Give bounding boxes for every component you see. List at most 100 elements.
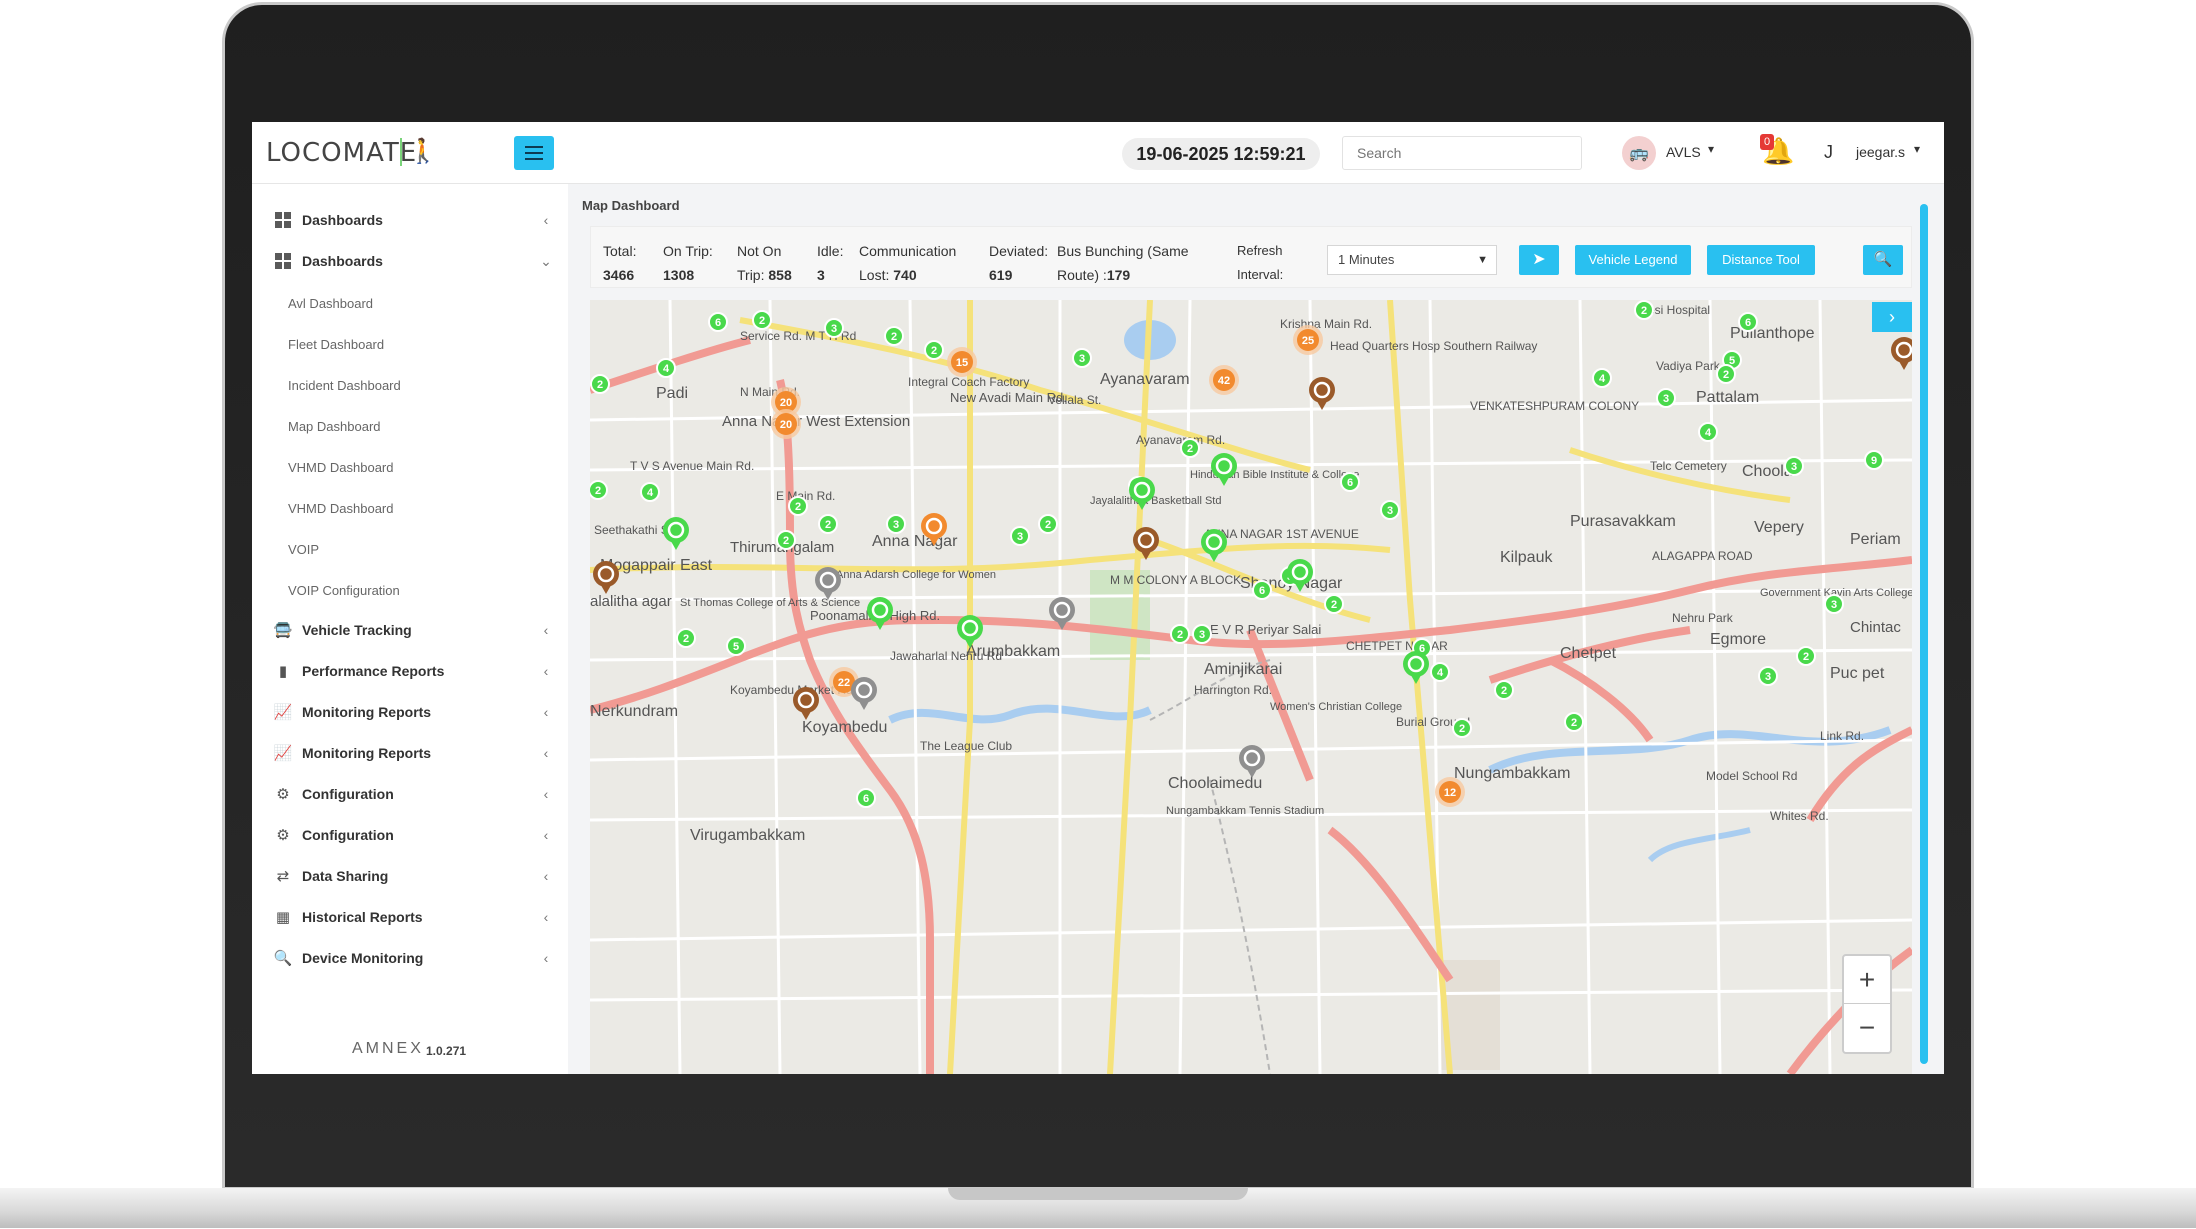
green-cluster-marker[interactable]: 4 <box>640 482 660 502</box>
pin-head[interactable] <box>1049 597 1075 623</box>
sidebar-subitem-avl-dashboard[interactable]: Avl Dashboard <box>288 290 373 318</box>
chevron-down-icon[interactable]: ▾ <box>1914 142 1920 156</box>
distance-tool-button[interactable]: Distance Tool <box>1707 245 1815 275</box>
sidebar-subitem-incident-dashboard[interactable]: Incident Dashboard <box>288 372 401 400</box>
pin-head[interactable] <box>815 567 841 593</box>
chevron-down-icon[interactable]: ▾ <box>1708 142 1714 156</box>
green-cluster-marker[interactable]: 2 <box>788 496 808 516</box>
search-input[interactable] <box>1342 136 1582 170</box>
zoom-out-button[interactable]: − <box>1844 1004 1890 1052</box>
green-cluster-marker[interactable]: 2 <box>1180 438 1200 458</box>
sidebar-item-dashboards-expanded[interactable]: Dashboards ⌄ <box>274 245 554 277</box>
green-cluster-marker[interactable]: 2 <box>1564 712 1584 732</box>
green-cluster-marker[interactable]: 2 <box>1452 718 1472 738</box>
zoom-in-button[interactable]: + <box>1844 956 1890 1004</box>
user-initial[interactable]: J <box>1824 142 1833 163</box>
refresh-interval-select[interactable]: 1 Minutes ▼ <box>1327 245 1497 275</box>
orange-cluster-marker[interactable]: 12 <box>1435 777 1465 807</box>
green-cluster-marker[interactable]: 2 <box>1634 300 1654 320</box>
green-cluster-marker[interactable]: 4 <box>1430 662 1450 682</box>
orange-cluster-marker[interactable]: 15 <box>947 347 977 377</box>
green-cluster-marker[interactable]: 3 <box>1380 500 1400 520</box>
green-cluster-marker[interactable]: 6 <box>708 312 728 332</box>
sidebar-subitem-map-dashboard[interactable]: Map Dashboard <box>288 413 381 441</box>
sidebar-item-configuration[interactable]: ⚙ Configuration ‹ <box>274 778 554 810</box>
green-cluster-marker[interactable]: 2 <box>676 628 696 648</box>
green-cluster-marker[interactable]: 2 <box>818 514 838 534</box>
pin-head[interactable] <box>1309 377 1335 403</box>
sidebar-subitem-voip-configuration[interactable]: VOIP Configuration <box>288 577 400 605</box>
green-cluster-marker[interactable]: 6 <box>1340 472 1360 492</box>
green-cluster-marker[interactable]: 3 <box>1010 526 1030 546</box>
green-cluster-marker[interactable]: 2 <box>590 374 610 394</box>
green-cluster-marker[interactable]: 2 <box>924 340 944 360</box>
sidebar-item-monitoring-reports-2[interactable]: 📈 Monitoring Reports ‹ <box>274 737 554 769</box>
user-name[interactable]: jeegar.s <box>1856 144 1905 160</box>
green-cluster-marker[interactable]: 4 <box>656 358 676 378</box>
map-panel-toggle-button[interactable]: › <box>1872 302 1912 332</box>
pin-head[interactable] <box>1287 559 1313 585</box>
green-cluster-marker[interactable]: 6 <box>1252 580 1272 600</box>
green-cluster-marker[interactable]: 3 <box>1192 624 1212 644</box>
sidebar-subitem-fleet-dashboard[interactable]: Fleet Dashboard <box>288 331 384 359</box>
green-cluster-marker[interactable]: 2 <box>1494 680 1514 700</box>
green-cluster-marker[interactable]: 6 <box>1738 312 1758 332</box>
sidebar-item-dashboards[interactable]: Dashboards ‹ <box>274 204 554 236</box>
sidebar-subitem-voip[interactable]: VOIP <box>288 536 319 564</box>
green-cluster-marker[interactable]: 2 <box>776 530 796 550</box>
sidebar-subitem-vhmd-dashboard[interactable]: VHMD Dashboard <box>288 454 394 482</box>
pin-head[interactable] <box>1239 745 1265 771</box>
sidebar-item-historical-reports[interactable]: ▦ Historical Reports ‹ <box>274 901 554 933</box>
green-cluster-marker[interactable]: 9 <box>1864 450 1884 470</box>
orange-cluster-marker[interactable]: 42 <box>1209 365 1239 395</box>
green-cluster-marker[interactable]: 3 <box>1824 594 1844 614</box>
green-cluster-marker[interactable]: 2 <box>1796 646 1816 666</box>
sidebar-item-performance-reports[interactable]: ▮ Performance Reports ‹ <box>274 655 554 687</box>
pin-head[interactable] <box>1201 529 1227 555</box>
green-cluster-marker[interactable]: 2 <box>752 310 772 330</box>
green-cluster-marker[interactable]: 3 <box>1072 348 1092 368</box>
green-cluster-marker[interactable]: 3 <box>1758 666 1778 686</box>
pin-head[interactable] <box>851 677 877 703</box>
sidebar-item-configuration-2[interactable]: ⚙ Configuration ‹ <box>274 819 554 851</box>
pin-head[interactable] <box>867 597 893 623</box>
pin-head[interactable] <box>921 513 947 539</box>
sidebar-item-monitoring-reports[interactable]: 📈 Monitoring Reports ‹ <box>274 696 554 728</box>
green-cluster-marker[interactable]: 2 <box>1716 364 1736 384</box>
green-cluster-marker[interactable]: 2 <box>884 326 904 346</box>
sidebar-subitem-vhmd-dashboard[interactable]: VHMD Dashboard <box>288 495 394 523</box>
map-canvas[interactable]: Padi Anna Nagar West Extension Anna Naga… <box>590 300 1912 1074</box>
orange-cluster-marker[interactable]: 25 <box>1293 325 1323 355</box>
green-cluster-marker[interactable]: 2 <box>1170 624 1190 644</box>
sidebar-item-data-sharing[interactable]: ⇄ Data Sharing ‹ <box>274 860 554 892</box>
green-cluster-marker[interactable]: 2 <box>1324 594 1344 614</box>
pin-head[interactable] <box>957 615 983 641</box>
pin-head[interactable] <box>1133 527 1159 553</box>
sidebar-item-device-monitoring[interactable]: 🔍 Device Monitoring ‹ <box>274 942 554 974</box>
bus-icon[interactable]: 🚌 <box>1622 136 1656 170</box>
sidebar-item-vehicle-tracking[interactable]: 🚍 Vehicle Tracking ‹ <box>274 614 554 646</box>
green-cluster-marker[interactable]: 3 <box>824 318 844 338</box>
scrollbar[interactable] <box>1920 204 1928 1064</box>
pin-head[interactable] <box>593 561 619 587</box>
green-cluster-marker[interactable]: 3 <box>1656 388 1676 408</box>
user-group-label[interactable]: AVLS <box>1666 144 1701 160</box>
green-cluster-marker[interactable]: 5 <box>726 636 746 656</box>
pin-head[interactable] <box>663 517 689 543</box>
pin-head[interactable] <box>1211 453 1237 479</box>
map-search-button[interactable]: 🔍 <box>1863 245 1903 275</box>
green-cluster-marker[interactable]: 3 <box>1784 456 1804 476</box>
green-cluster-marker[interactable]: 3 <box>886 514 906 534</box>
green-cluster-marker[interactable]: 2 <box>1038 514 1058 534</box>
orange-cluster-marker[interactable]: 20 <box>771 409 801 439</box>
pin-head[interactable] <box>1129 477 1155 503</box>
green-cluster-marker[interactable]: 4 <box>1592 368 1612 388</box>
pin-head[interactable] <box>1403 651 1429 677</box>
green-cluster-marker[interactable]: 2 <box>590 480 608 500</box>
pin-head[interactable] <box>793 687 819 713</box>
send-button[interactable]: ➤ <box>1519 245 1559 275</box>
green-cluster-marker[interactable]: 4 <box>1698 422 1718 442</box>
green-cluster-marker[interactable]: 6 <box>856 788 876 808</box>
map-svg[interactable]: Padi Anna Nagar West Extension Anna Naga… <box>590 300 1912 1074</box>
menu-toggle-button[interactable] <box>514 136 554 170</box>
